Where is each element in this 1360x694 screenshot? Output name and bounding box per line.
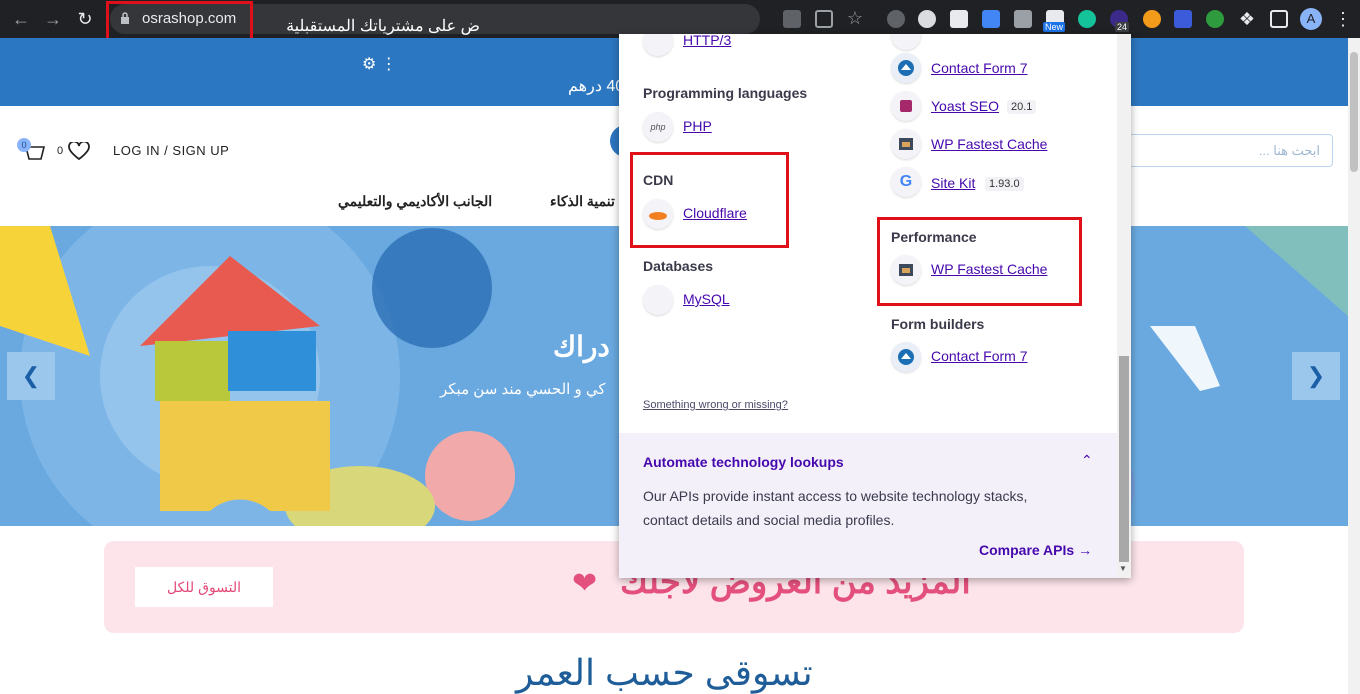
- yoast-version: 20.1: [1007, 100, 1037, 114]
- new-badge: New: [1043, 22, 1066, 32]
- profile-avatar[interactable]: A: [1300, 8, 1322, 30]
- compare-apis-button[interactable]: Compare APIs →: [979, 542, 1092, 558]
- green-extension-icon[interactable]: [1206, 10, 1224, 28]
- shop-all-button[interactable]: التسوق للكل: [135, 567, 273, 607]
- search-input[interactable]: ابحث هنا ...: [1128, 134, 1333, 167]
- category-programming-languages: Programming languages: [643, 85, 808, 101]
- globe-icon[interactable]: [918, 10, 936, 28]
- url-highlight-box: [106, 1, 253, 41]
- mysql-icon: [643, 285, 673, 315]
- slider-next-arrow-icon[interactable]: ❯: [1292, 352, 1340, 400]
- performance-highlight-box: [877, 217, 1082, 306]
- tech-http3[interactable]: HTTP/3: [683, 34, 731, 48]
- arrow-right-icon: →: [1078, 542, 1093, 558]
- topbar-offer-amount: 40 درهم: [568, 78, 625, 95]
- category-databases: Databases: [643, 258, 714, 274]
- site-kit-version: 1.93.0: [985, 177, 1024, 191]
- camera-icon[interactable]: [1014, 10, 1032, 28]
- forward-arrow-icon[interactable]: →: [42, 8, 64, 30]
- something-wrong-link[interactable]: Something wrong or missing?: [643, 399, 788, 411]
- topbar-icon: ⚙ ⋮: [362, 56, 397, 73]
- bookmark-star-icon[interactable]: ☆: [844, 7, 866, 29]
- category-form-builders: Form builders: [891, 316, 985, 332]
- compare-apis-label: Compare APIs: [979, 542, 1075, 558]
- tech-contact-form-7[interactable]: Contact Form 7: [931, 60, 1027, 76]
- wp-fastest-cache-icon: [891, 129, 921, 159]
- recycle-icon[interactable]: [887, 10, 905, 28]
- puzzle-icon[interactable]: ❖: [1236, 8, 1258, 30]
- contact-form-7-builder-icon: [891, 342, 921, 372]
- popup-scrollbar-thumb[interactable]: [1119, 356, 1129, 562]
- partial-tech-icon: [891, 34, 921, 50]
- chevron-up-icon[interactable]: ⌃: [1081, 452, 1093, 469]
- login-signup-link[interactable]: LOG IN / SIGN UP: [113, 143, 229, 158]
- shop-by-age-title: تسوقى حسب العمر: [516, 652, 813, 693]
- tech-mysql[interactable]: MySQL: [683, 291, 730, 307]
- cast-icon[interactable]: [950, 10, 968, 28]
- page-scrollbar-thumb[interactable]: [1350, 52, 1358, 172]
- heart-decoration-icon: ❤: [572, 567, 598, 600]
- reload-icon[interactable]: ↻: [74, 8, 96, 30]
- sidepanel-icon[interactable]: [1270, 10, 1288, 28]
- contact-form-7-icon: [891, 53, 921, 83]
- cdn-highlight-box: [630, 152, 789, 248]
- kebab-menu-icon[interactable]: ⋮: [1332, 8, 1354, 30]
- automate-description: Our APIs provide instant access to websi…: [643, 488, 1028, 528]
- orange-extension-icon[interactable]: [1143, 10, 1161, 28]
- yoast-seo-icon: [891, 91, 921, 121]
- wishlist-count: 0: [57, 145, 64, 157]
- topbar-offer-text: ض على مشترياتك المستقبلية: [286, 18, 480, 35]
- scroll-down-arrow-icon[interactable]: ▼: [1119, 564, 1127, 573]
- search-placeholder: ابحث هنا ...: [1258, 143, 1320, 158]
- google-translate-icon[interactable]: [982, 10, 1000, 28]
- slider-prev-arrow-icon[interactable]: ❮: [7, 352, 55, 400]
- wappalyzer-popup: HTTP/3 Programming languages php PHP CDN…: [619, 34, 1131, 578]
- tech-site-kit[interactable]: Site Kit: [931, 175, 975, 191]
- tech-contact-form-7-builder[interactable]: Contact Form 7: [931, 348, 1027, 364]
- cart-count: 0: [17, 138, 31, 152]
- hero-subtitle: كي و الحسي مند سن مبكر: [440, 381, 606, 398]
- video-icon[interactable]: [1174, 10, 1192, 28]
- automate-title[interactable]: Automate technology lookups: [643, 454, 844, 470]
- nav-intelligence[interactable]: تنمية الذكاء: [550, 193, 615, 210]
- back-arrow-icon[interactable]: ←: [10, 8, 32, 30]
- tech-yoast-seo[interactable]: Yoast SEO: [931, 98, 999, 114]
- share-icon[interactable]: [815, 10, 833, 28]
- nav-academic[interactable]: الجانب الأكاديمي والتعليمي: [338, 193, 492, 210]
- translate-icon[interactable]: [783, 10, 801, 28]
- tech-wp-fastest-cache[interactable]: WP Fastest Cache: [931, 136, 1047, 152]
- google-site-kit-icon: G: [891, 167, 921, 197]
- php-icon: php: [643, 112, 673, 142]
- grammarly-icon[interactable]: [1078, 10, 1096, 28]
- hero-title: دراك: [553, 331, 610, 362]
- heart-icon[interactable]: [68, 142, 90, 160]
- tech-php[interactable]: PHP: [683, 118, 712, 134]
- wappalyzer-count-badge: 24: [1115, 22, 1130, 32]
- http3-icon: [643, 34, 673, 56]
